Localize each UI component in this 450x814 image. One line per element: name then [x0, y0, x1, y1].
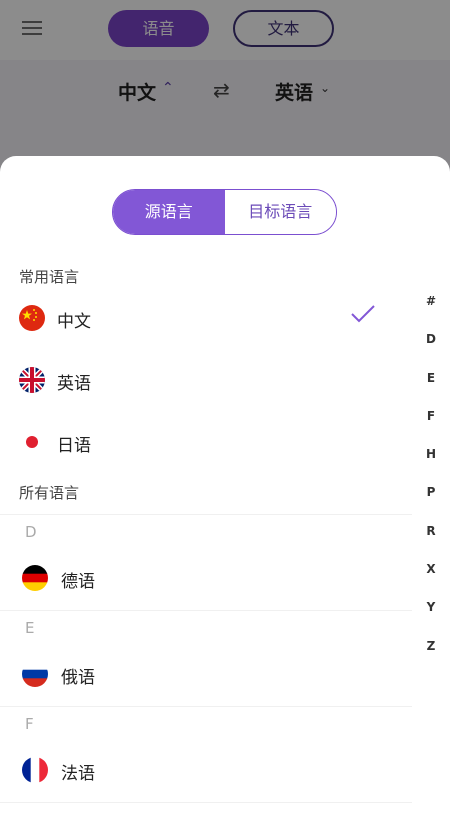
- index-letter[interactable]: F: [420, 397, 442, 435]
- index-letter[interactable]: P: [420, 473, 442, 511]
- index-letter[interactable]: Y: [420, 588, 442, 626]
- index-letter[interactable]: #: [420, 282, 442, 320]
- letter-header-e: E: [25, 619, 35, 637]
- language-label: 英语: [57, 374, 91, 394]
- language-type-toggle: 源语言 目标语言: [112, 189, 337, 235]
- list-item-german[interactable]: 德语: [0, 550, 412, 606]
- tab-target-language[interactable]: 目标语言: [224, 190, 336, 234]
- divider: [0, 802, 412, 803]
- index-letter[interactable]: R: [420, 512, 442, 550]
- checkmark-icon: [350, 304, 376, 324]
- tab-source-language[interactable]: 源语言: [113, 190, 225, 234]
- china-flag-icon: [19, 305, 45, 331]
- uk-flag-icon: [19, 367, 45, 393]
- germany-flag-icon: [22, 565, 48, 591]
- index-letter[interactable]: H: [420, 435, 442, 473]
- language-label: 日语: [57, 436, 91, 456]
- divider: [0, 514, 412, 515]
- japan-flag-icon: [19, 429, 45, 455]
- letter-header-f: F: [25, 715, 34, 733]
- language-picker-sheet: 源语言 目标语言 常用语言 中文 英语 日语 所有语言 D 德语 E 俄语 F …: [0, 156, 450, 814]
- all-languages-title: 所有语言: [19, 484, 80, 502]
- russia-flag-icon: [22, 661, 48, 687]
- index-letter[interactable]: X: [420, 550, 442, 588]
- language-label: 俄语: [61, 668, 95, 688]
- list-item-japanese[interactable]: 日语: [0, 414, 412, 470]
- list-item-french[interactable]: 法语: [0, 742, 412, 798]
- list-item-russian[interactable]: 俄语: [0, 646, 412, 702]
- index-letter[interactable]: D: [420, 320, 442, 358]
- list-item-chinese[interactable]: 中文: [0, 290, 412, 346]
- language-label: 中文: [57, 312, 91, 332]
- alphabet-index[interactable]: # D E F H P R X Y Z: [420, 282, 442, 665]
- index-letter[interactable]: Z: [420, 627, 442, 665]
- divider: [0, 610, 412, 611]
- divider: [0, 706, 412, 707]
- language-label: 德语: [61, 572, 95, 592]
- language-label: 法语: [61, 764, 95, 784]
- index-letter[interactable]: E: [420, 359, 442, 397]
- common-languages-title: 常用语言: [19, 268, 80, 286]
- letter-header-d: D: [25, 523, 37, 541]
- list-item-english[interactable]: 英语: [0, 352, 412, 408]
- france-flag-icon: [22, 757, 48, 783]
